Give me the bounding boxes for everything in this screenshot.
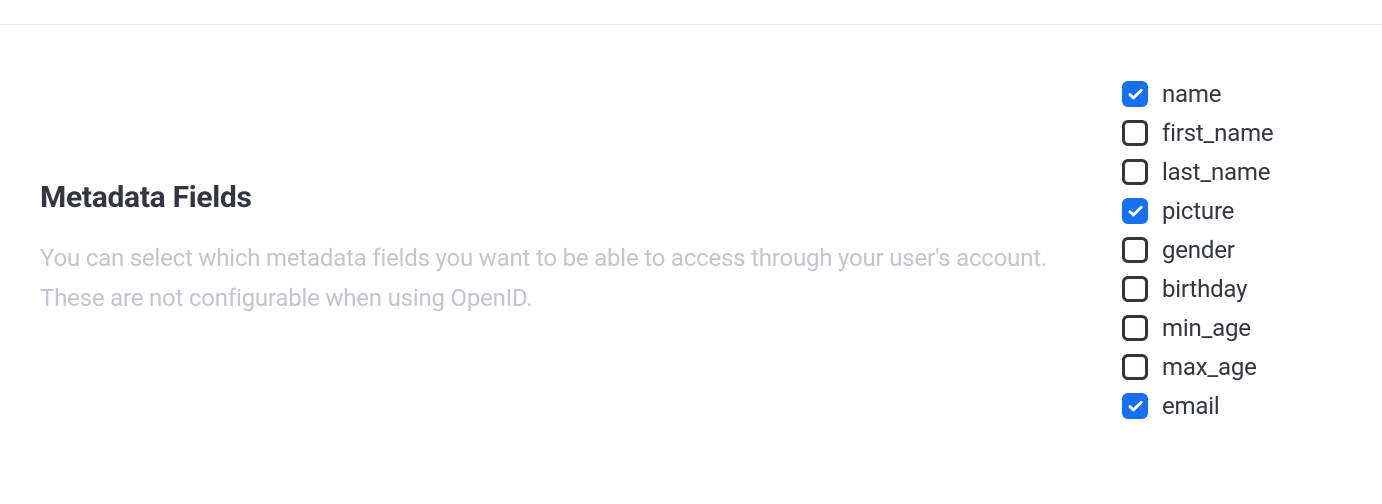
section-text: Metadata Fields You can select which met… xyxy=(40,80,1082,420)
checkbox-list: name first_name last_namepicture gender birt… xyxy=(1122,80,1342,420)
checkbox-birthday[interactable] xyxy=(1122,276,1148,302)
checkbox-label-min_age: min_age xyxy=(1162,314,1251,342)
checkbox-label-name: name xyxy=(1162,80,1221,108)
checkbox-label-picture: picture xyxy=(1162,197,1234,225)
checkbox-min_age[interactable] xyxy=(1122,315,1148,341)
checkbox-row-last_name: last_name xyxy=(1122,158,1322,186)
metadata-fields-section: Metadata Fields You can select which met… xyxy=(0,0,1382,460)
checkbox-first_name[interactable] xyxy=(1122,120,1148,146)
section-heading: Metadata Fields xyxy=(40,180,1082,215)
checkbox-row-first_name: first_name xyxy=(1122,119,1322,147)
checkbox-email[interactable] xyxy=(1122,393,1148,419)
checkbox-row-min_age: min_age xyxy=(1122,314,1322,342)
checkbox-row-email: email xyxy=(1122,392,1322,420)
checkbox-last_name[interactable] xyxy=(1122,159,1148,185)
checkbox-gender[interactable] xyxy=(1122,237,1148,263)
checkbox-row-name: name xyxy=(1122,80,1322,108)
checkbox-label-first_name: first_name xyxy=(1162,119,1273,147)
checkbox-max_age[interactable] xyxy=(1122,354,1148,380)
checkbox-row-birthday: birthday xyxy=(1122,275,1322,303)
section-description: You can select which metadata fields you… xyxy=(40,239,1082,318)
checkbox-label-last_name: last_name xyxy=(1162,158,1270,186)
checkbox-label-birthday: birthday xyxy=(1162,275,1247,303)
checkbox-row-gender: gender xyxy=(1122,236,1322,264)
checkbox-row-picture: picture xyxy=(1122,197,1322,225)
checkbox-picture[interactable] xyxy=(1122,198,1148,224)
checkbox-label-max_age: max_age xyxy=(1162,353,1257,381)
checkbox-name[interactable] xyxy=(1122,81,1148,107)
checkbox-label-email: email xyxy=(1162,392,1220,420)
divider xyxy=(0,24,1382,25)
checkbox-label-gender: gender xyxy=(1162,236,1235,264)
checkbox-row-max_age: max_age xyxy=(1122,353,1322,381)
